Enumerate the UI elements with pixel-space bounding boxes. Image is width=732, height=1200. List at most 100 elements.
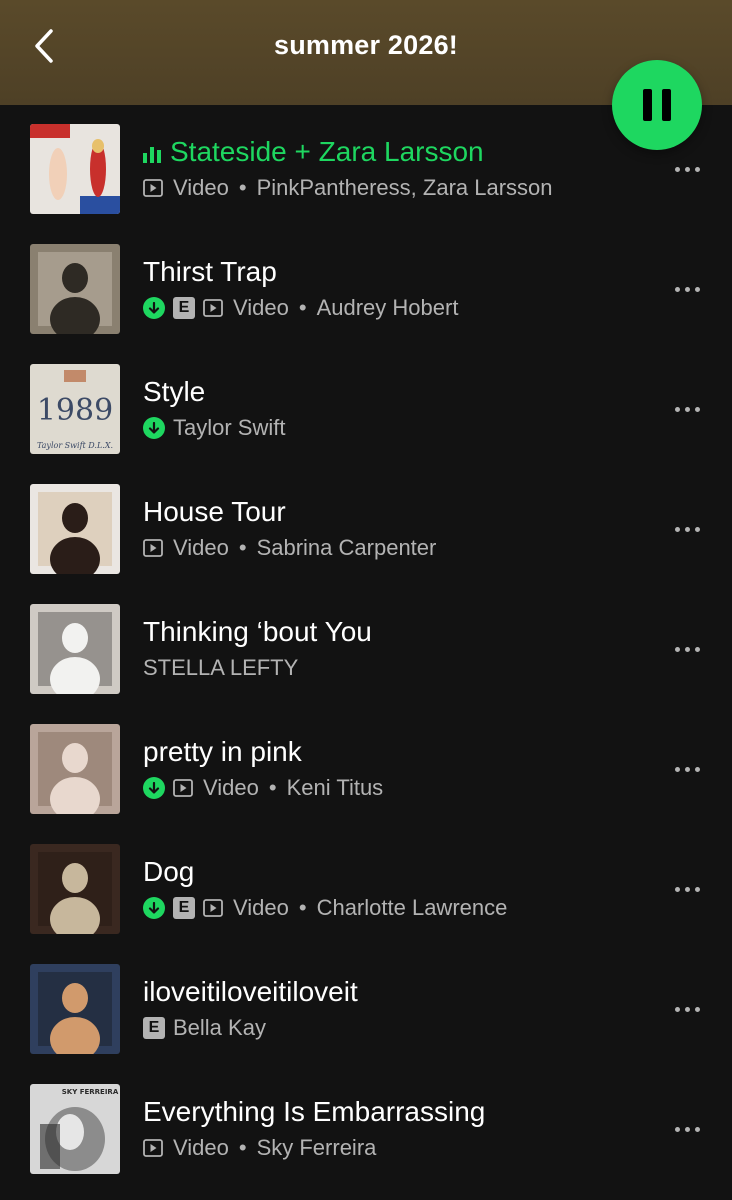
more-horizontal-icon bbox=[684, 1126, 690, 1132]
track-meta: Video • Sabrina Carpenter bbox=[143, 533, 662, 563]
more-horizontal-icon bbox=[684, 166, 690, 172]
separator-dot: • bbox=[298, 295, 307, 320]
track-row[interactable]: SKY FERREIRA Everything Is Embarrassing Vi… bbox=[0, 1066, 732, 1186]
more-horizontal-icon bbox=[684, 886, 690, 892]
svg-text:1989: 1989 bbox=[37, 393, 113, 428]
more-horizontal-icon bbox=[674, 406, 680, 412]
more-horizontal-icon bbox=[684, 646, 690, 652]
more-horizontal-icon bbox=[694, 766, 700, 772]
track-artist: STELLA LEFTY bbox=[143, 655, 299, 680]
track-title: iloveitiloveitiloveit bbox=[143, 974, 662, 1010]
video-icon bbox=[173, 779, 193, 797]
track-row[interactable]: pretty in pink Video • Keni Titus bbox=[0, 706, 732, 826]
video-label: Video bbox=[173, 175, 229, 200]
downloaded-icon bbox=[143, 297, 165, 319]
track-list: Stateside + Zara Larsson Video • PinkPanthe… bbox=[0, 106, 732, 1186]
video-label: Video bbox=[233, 895, 289, 920]
separator-dot: • bbox=[238, 1135, 247, 1160]
album-art bbox=[30, 724, 120, 814]
more-horizontal-icon bbox=[694, 1006, 700, 1012]
album-art bbox=[30, 124, 120, 214]
track-title: Dog bbox=[143, 854, 662, 890]
track-row[interactable]: 1989 Taylor Swift D.L.X. Style Taylor Swift bbox=[0, 346, 732, 466]
track-meta: E Video • Charlotte Lawrence bbox=[143, 893, 662, 923]
video-label: Video bbox=[203, 775, 259, 800]
track-title-text: House Tour bbox=[143, 496, 286, 527]
track-artist: Bella Kay bbox=[173, 1015, 266, 1040]
more-horizontal-icon bbox=[684, 286, 690, 292]
more-options-button[interactable] bbox=[665, 278, 709, 300]
video-icon bbox=[203, 899, 223, 917]
page-title: summer 2026! bbox=[273, 30, 458, 60]
more-horizontal-icon bbox=[674, 286, 680, 292]
track-text: Stateside + Zara Larsson Video • PinkPanthe… bbox=[143, 134, 662, 203]
video-label: Video bbox=[233, 295, 289, 320]
track-title: Stateside + Zara Larsson bbox=[143, 134, 662, 170]
more-horizontal-icon bbox=[674, 646, 680, 652]
downloaded-icon bbox=[143, 417, 165, 439]
explicit-icon: E bbox=[173, 897, 195, 919]
track-title-text: iloveitiloveitiloveit bbox=[143, 976, 358, 1007]
pause-button[interactable] bbox=[612, 60, 702, 150]
track-meta: Video • PinkPantheress, Zara Larsson bbox=[143, 173, 662, 203]
svg-text:SKY FERREIRA: SKY FERREIRA bbox=[62, 1088, 119, 1096]
track-text: Thinking ‘bout You STELLA LEFTY bbox=[143, 614, 662, 683]
track-meta: STELLA LEFTY bbox=[143, 653, 662, 683]
more-options-button[interactable] bbox=[665, 398, 709, 420]
track-row[interactable]: iloveitiloveitiloveit E Bella Kay bbox=[0, 946, 732, 1066]
more-horizontal-icon bbox=[674, 1006, 680, 1012]
track-title-text: Dog bbox=[143, 856, 195, 887]
more-horizontal-icon bbox=[674, 526, 680, 532]
track-text: iloveitiloveitiloveit E Bella Kay bbox=[143, 974, 662, 1043]
track-row[interactable]: Thirst Trap E Video • Audrey Hobert bbox=[0, 226, 732, 346]
more-horizontal-icon bbox=[674, 886, 680, 892]
track-row[interactable]: Thinking ‘bout You STELLA LEFTY bbox=[0, 586, 732, 706]
track-artist: Audrey Hobert bbox=[316, 295, 459, 320]
separator-dot: • bbox=[238, 175, 247, 200]
video-icon bbox=[203, 299, 223, 317]
album-art bbox=[30, 964, 120, 1054]
more-options-button[interactable] bbox=[665, 998, 709, 1020]
more-horizontal-icon bbox=[684, 406, 690, 412]
track-title: House Tour bbox=[143, 494, 662, 530]
track-meta: Taylor Swift bbox=[143, 413, 662, 443]
more-horizontal-icon bbox=[684, 766, 690, 772]
more-horizontal-icon bbox=[674, 166, 680, 172]
more-horizontal-icon bbox=[694, 646, 700, 652]
track-meta: E Video • Audrey Hobert bbox=[143, 293, 662, 323]
track-title-text: Style bbox=[143, 376, 206, 407]
video-icon bbox=[143, 1139, 163, 1157]
separator-dot: • bbox=[268, 775, 277, 800]
separator-dot: • bbox=[238, 535, 247, 560]
more-options-button[interactable] bbox=[665, 1118, 709, 1140]
album-art bbox=[30, 844, 120, 934]
track-artist: Taylor Swift bbox=[173, 415, 286, 440]
track-title-text: Everything Is Embarrassing bbox=[143, 1096, 486, 1127]
video-icon bbox=[143, 179, 163, 197]
equalizer-icon bbox=[143, 145, 161, 163]
more-options-button[interactable] bbox=[665, 158, 709, 180]
album-art bbox=[30, 604, 120, 694]
explicit-icon: E bbox=[143, 1017, 165, 1039]
album-art: 1989 Taylor Swift D.L.X. bbox=[30, 364, 120, 454]
track-title: Style bbox=[143, 374, 662, 410]
more-options-button[interactable] bbox=[665, 758, 709, 780]
track-artist: Charlotte Lawrence bbox=[316, 895, 508, 920]
more-options-button[interactable] bbox=[665, 878, 709, 900]
track-title-text: Thirst Trap bbox=[143, 256, 277, 287]
more-horizontal-icon bbox=[694, 166, 700, 172]
video-icon bbox=[143, 539, 163, 557]
pause-icon-bar bbox=[662, 89, 671, 121]
track-title: Thinking ‘bout You bbox=[143, 614, 662, 650]
pause-icon bbox=[643, 89, 652, 121]
track-meta: Video • Keni Titus bbox=[143, 773, 662, 803]
track-text: Thirst Trap E Video • Audrey Hobert bbox=[143, 254, 662, 323]
explicit-icon: E bbox=[173, 297, 195, 319]
track-row[interactable]: Dog E Video • Charlotte Lawrence bbox=[0, 826, 732, 946]
more-options-button[interactable] bbox=[665, 518, 709, 540]
track-row[interactable]: House Tour Video • Sabrina Carpenter bbox=[0, 466, 732, 586]
album-art bbox=[30, 484, 120, 574]
downloaded-icon bbox=[143, 777, 165, 799]
track-text: Style Taylor Swift bbox=[143, 374, 662, 443]
more-options-button[interactable] bbox=[665, 638, 709, 660]
